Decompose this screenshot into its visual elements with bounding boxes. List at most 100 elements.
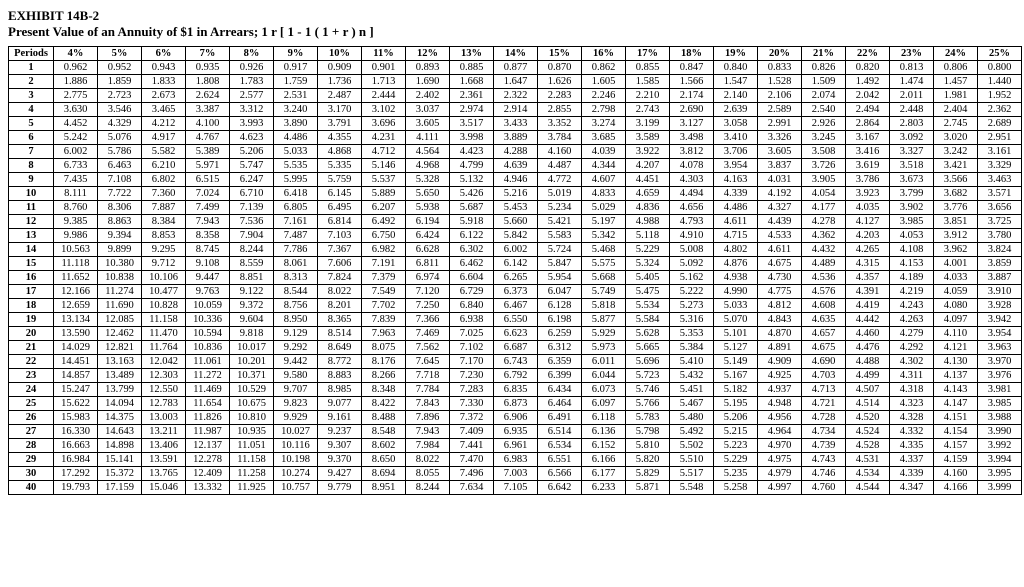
value-cell: 4.100 [186,117,230,131]
value-cell: 3.954 [714,159,758,173]
value-cell: 4.339 [714,187,758,201]
value-cell: 4.097 [934,313,978,327]
value-cell: 5.842 [494,229,538,243]
rate-header: 4% [54,47,98,61]
value-cell: 6.373 [494,285,538,299]
value-cell: 3.725 [978,215,1022,229]
value-cell: 5.746 [626,383,670,397]
period-cell: 11 [9,201,54,215]
value-cell: 6.002 [494,243,538,257]
value-cell: 4.035 [846,201,890,215]
value-cell: 7.634 [450,481,494,495]
value-cell: 5.783 [626,411,670,425]
value-cell: 3.859 [978,257,1022,271]
value-cell: 5.206 [714,411,758,425]
value-cell: 6.044 [582,369,626,383]
value-cell: 4.656 [670,201,714,215]
value-cell: 2.743 [626,103,670,117]
value-cell: 3.605 [758,145,802,159]
value-cell: 5.029 [582,201,626,215]
value-cell: 1.713 [362,75,406,89]
value-cell: 7.702 [362,299,406,313]
value-cell: 4.263 [890,313,934,327]
value-cell: 5.810 [626,439,670,453]
value-cell: 5.786 [98,145,142,159]
value-cell: 13.765 [142,467,186,481]
value-cell: 5.818 [582,299,626,313]
value-cell: 2.140 [714,89,758,103]
value-cell: 5.405 [626,271,670,285]
value-cell: 6.729 [450,285,494,299]
value-cell: 4.476 [846,341,890,355]
value-cell: 9.929 [274,411,318,425]
value-cell: 3.780 [978,229,1022,243]
value-cell: 7.606 [318,257,362,271]
rate-header: 11% [362,47,406,61]
value-cell: 6.207 [362,201,406,215]
rate-header: 9% [274,47,318,61]
value-cell: 5.668 [582,271,626,285]
value-cell: 0.877 [494,61,538,75]
value-cell: 6.047 [538,285,582,299]
value-cell: 3.942 [978,313,1022,327]
value-cell: 4.772 [538,173,582,187]
value-cell: 3.240 [274,103,318,117]
value-cell: 1.759 [274,75,318,89]
value-cell: 9.129 [274,327,318,341]
value-cell: 1.833 [142,75,186,89]
value-cell: 8.313 [274,271,318,285]
value-cell: 2.322 [494,89,538,103]
rate-header: 5% [98,47,142,61]
value-cell: 3.890 [274,117,318,131]
value-cell: 4.743 [802,453,846,467]
value-cell: 5.127 [714,341,758,355]
period-cell: 26 [9,411,54,425]
value-cell: 5.492 [670,425,714,439]
value-cell: 2.624 [186,89,230,103]
table-row: 2816.66314.89813.40612.13711.05110.1169.… [9,439,1022,453]
value-cell: 4.639 [494,159,538,173]
table-row: 10.9620.9520.9430.9350.9260.9170.9090.90… [9,61,1022,75]
value-cell: 4.507 [846,383,890,397]
table-row: 3017.29215.37213.76512.40911.25810.2749.… [9,467,1022,481]
value-cell: 4.339 [890,467,934,481]
value-cell: 4.157 [934,439,978,453]
value-cell: 6.873 [494,397,538,411]
value-cell: 5.759 [318,173,362,187]
value-cell: 7.562 [406,341,450,355]
value-cell: 6.198 [538,313,582,327]
value-cell: 10.371 [230,369,274,383]
value-cell: 3.776 [934,201,978,215]
table-row: 2314.85713.48912.30311.27210.3719.5808.8… [9,369,1022,383]
value-cell: 4.357 [846,271,890,285]
value-cell: 7.103 [318,229,362,243]
value-cell: 4.311 [890,369,934,383]
value-cell: 6.802 [142,173,186,187]
value-cell: 7.170 [450,355,494,369]
value-cell: 7.487 [274,229,318,243]
value-cell: 5.273 [670,299,714,313]
value-cell: 6.792 [494,369,538,383]
value-cell: 6.142 [494,257,538,271]
table-row: 21.8861.8591.8331.8081.7831.7591.7361.71… [9,75,1022,89]
value-cell: 3.812 [670,145,714,159]
value-cell: 6.835 [494,383,538,397]
value-cell: 4.520 [846,411,890,425]
value-cell: 6.840 [450,299,494,313]
value-cell: 1.952 [978,89,1022,103]
value-cell: 4.001 [934,257,978,271]
table-row: 4019.79317.15915.04613.33211.92510.7579.… [9,481,1022,495]
value-cell: 1.528 [758,75,802,89]
table-row: 108.1117.7227.3607.0246.7106.4186.1455.8… [9,187,1022,201]
value-cell: 3.242 [934,145,978,159]
value-cell: 12.659 [54,299,98,313]
value-cell: 3.161 [978,145,1022,159]
value-cell: 3.167 [846,131,890,145]
value-cell: 1.886 [54,75,98,89]
value-cell: 3.058 [714,117,758,131]
value-cell: 5.847 [538,257,582,271]
value-cell: 7.549 [362,285,406,299]
value-cell: 6.750 [362,229,406,243]
value-cell: 8.559 [230,257,274,271]
value-cell: 6.550 [494,313,538,327]
